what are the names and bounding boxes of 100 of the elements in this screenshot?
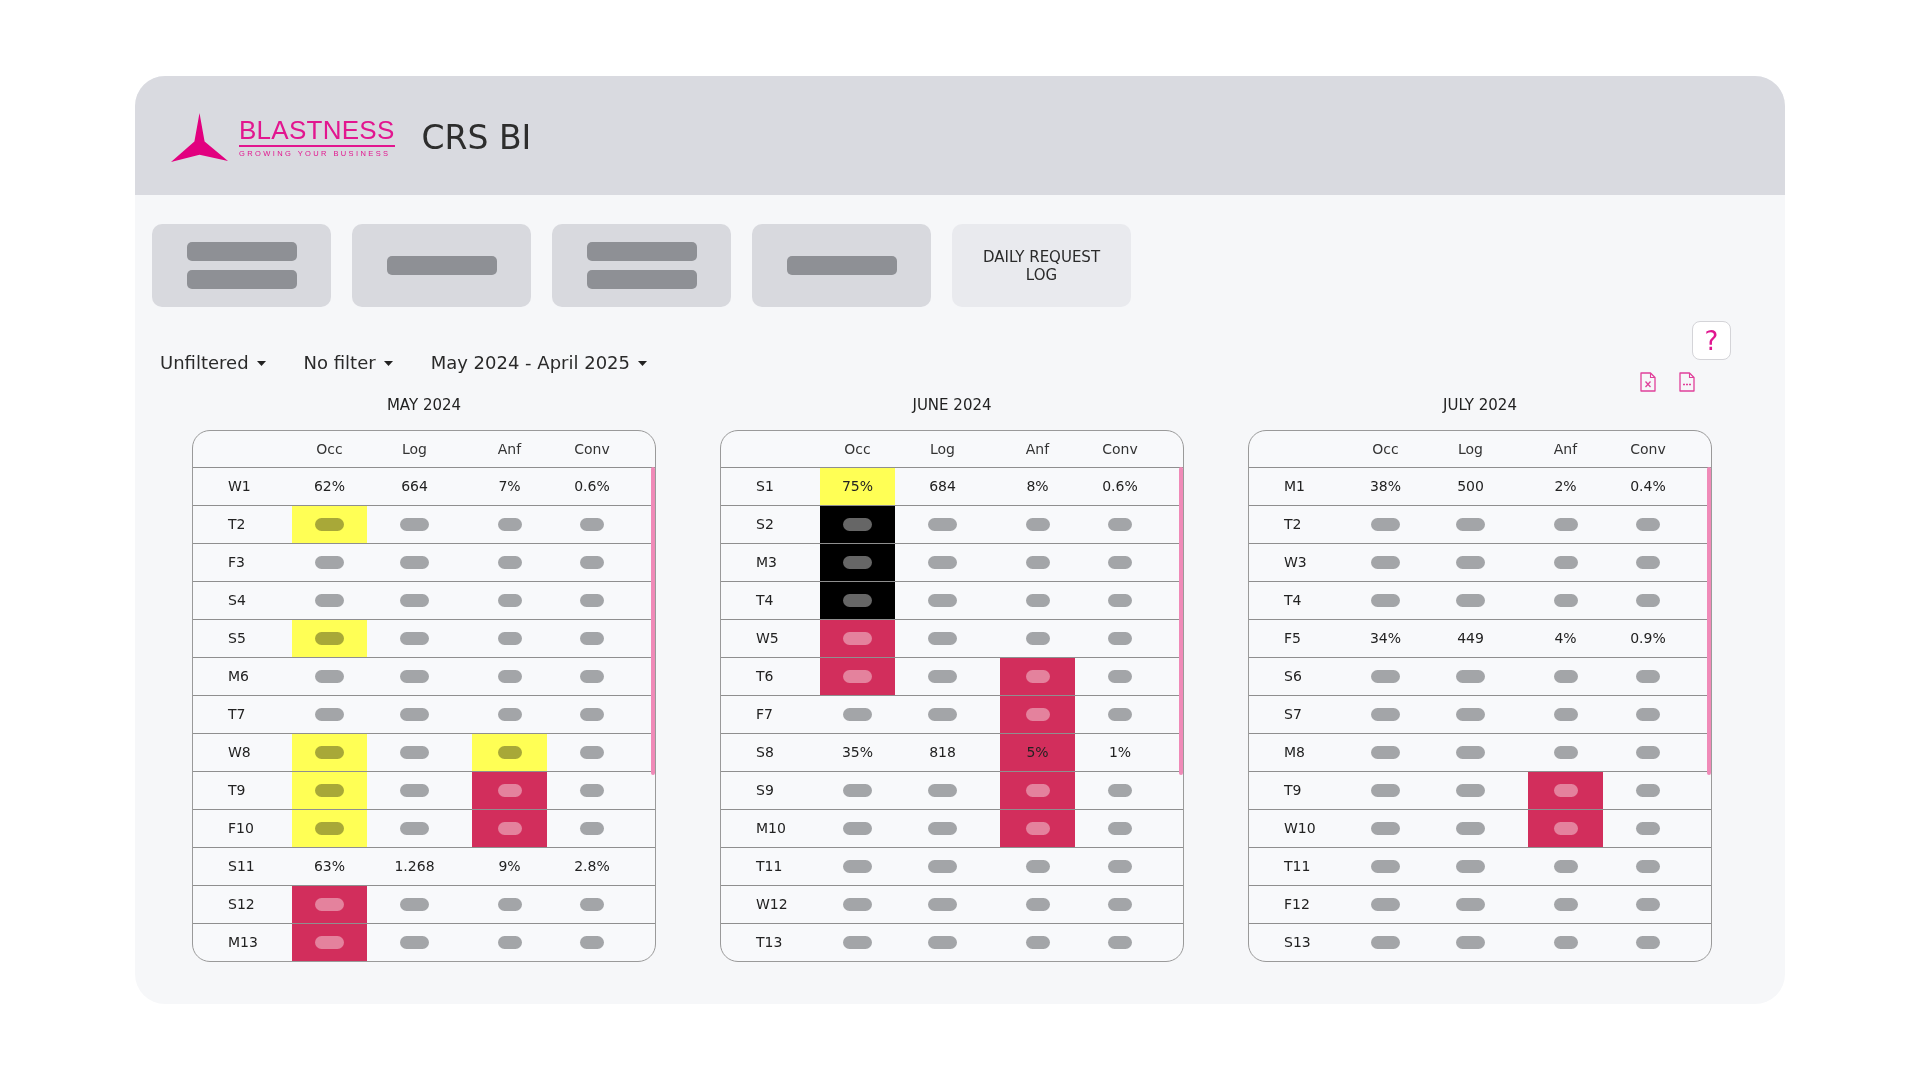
placeholder-bar-icon (1456, 670, 1485, 683)
placeholder-bar-icon (843, 822, 872, 835)
placeholder-bar-icon (315, 822, 344, 835)
placeholder-bar-icon (580, 746, 604, 759)
placeholder-bar-icon (928, 822, 957, 835)
placeholder-bar-icon (1456, 822, 1485, 835)
placeholder-bar-icon (400, 632, 429, 645)
placeholder-bar-icon (1636, 518, 1660, 531)
row-label: T2 (228, 515, 246, 534)
placeholder-bar-icon (586, 242, 697, 261)
row-label: S4 (228, 591, 246, 610)
placeholder-bar-icon (1636, 708, 1660, 721)
row-label: F7 (756, 705, 773, 724)
placeholder-bar-icon (400, 556, 429, 569)
placeholder-bar-icon (580, 784, 604, 797)
row-label: S5 (228, 629, 246, 648)
scrollbar-thumb[interactable] (1707, 467, 1711, 775)
table-cell-text: 2.8% (573, 857, 611, 876)
placeholder-bar-icon (1636, 670, 1660, 683)
placeholder-bar-icon (1108, 860, 1132, 873)
column-header: Occ (1372, 439, 1399, 459)
placeholder-bar-icon (1108, 556, 1132, 569)
placeholder-bar-icon (1456, 936, 1485, 949)
scrollbar-thumb[interactable] (651, 467, 655, 775)
table-cell-text: 0.4% (1629, 477, 1667, 496)
month-title: MAY 2024 (386, 395, 462, 415)
placeholder-bar-icon (1025, 594, 1050, 607)
row-label: T9 (228, 781, 246, 800)
row-label: S7 (1284, 705, 1302, 724)
logo-name: BLASTNESS (239, 116, 395, 147)
placeholder-bar-icon (1108, 594, 1132, 607)
placeholder-bar-icon (1108, 784, 1132, 797)
placeholder-bar-icon (315, 594, 344, 607)
table-cell-text: 449 (1456, 629, 1485, 648)
placeholder-bar-icon (1553, 708, 1578, 721)
nav-button[interactable]: DAILY REQUEST LOG (952, 224, 1131, 307)
filter-dropdown[interactable]: May 2024 - April 2025 (430, 351, 647, 375)
row-label: F3 (228, 553, 245, 572)
caret-icon (383, 360, 393, 366)
placeholder-bar-icon (843, 670, 872, 683)
row-label: S1 (756, 477, 774, 496)
row-label: T4 (1284, 591, 1302, 610)
table-cell-text: 818 (928, 743, 957, 762)
placeholder-bar-icon (580, 670, 604, 683)
document-icon[interactable] (1679, 372, 1695, 392)
placeholder-bar-icon (928, 632, 957, 645)
document-x-icon[interactable] (1640, 372, 1656, 392)
row-label: W12 (756, 895, 788, 914)
column-header: Anf (497, 439, 522, 459)
nav-button[interactable] (152, 224, 331, 307)
row-label: S2 (756, 515, 774, 534)
placeholder-bar-icon (580, 632, 604, 645)
table-cell-text: 0.6% (1101, 477, 1139, 496)
placeholder-bar-icon (1025, 784, 1050, 797)
placeholder-bar-icon (497, 746, 522, 759)
placeholder-bar-icon (315, 746, 344, 759)
nav-button[interactable] (752, 224, 931, 307)
placeholder-bar-icon (1108, 632, 1132, 645)
placeholder-bar-icon (1553, 898, 1578, 911)
help-button[interactable]: ? (1692, 321, 1731, 360)
scrollbar-thumb[interactable] (1179, 467, 1183, 775)
table-cell-text: 0.6% (573, 477, 611, 496)
placeholder-bar-icon (315, 518, 344, 531)
placeholder-bar-icon (1371, 670, 1400, 683)
placeholder-bar-icon (1025, 556, 1050, 569)
row-label: W8 (228, 743, 251, 762)
placeholder-bar-icon (1371, 518, 1400, 531)
nav-button[interactable] (352, 224, 531, 307)
placeholder-bar-icon (580, 822, 604, 835)
placeholder-bar-icon (1553, 784, 1578, 797)
placeholder-bar-icon (400, 708, 429, 721)
filter-dropdown[interactable]: No filter (303, 351, 393, 375)
row-label: F5 (1284, 629, 1301, 648)
placeholder-bar-icon (786, 256, 897, 275)
placeholder-bar-icon (497, 594, 522, 607)
placeholder-bar-icon (580, 708, 604, 721)
placeholder-bar-icon (186, 270, 297, 289)
highlighted-cell: 5% (1000, 734, 1075, 771)
placeholder-bar-icon (1025, 518, 1050, 531)
row-label: S9 (756, 781, 774, 800)
nav-button[interactable] (552, 224, 731, 307)
placeholder-bar-icon (1371, 746, 1400, 759)
placeholder-bar-icon (1456, 784, 1485, 797)
placeholder-bar-icon (497, 822, 522, 835)
placeholder-bar-icon (497, 784, 522, 797)
placeholder-bar-icon (1025, 822, 1050, 835)
placeholder-bar-icon (1025, 936, 1050, 949)
placeholder-bar-icon (1371, 708, 1400, 721)
placeholder-bar-icon (1636, 936, 1660, 949)
placeholder-bar-icon (928, 556, 957, 569)
row-label: S11 (228, 857, 255, 876)
placeholder-bar-icon (1553, 860, 1578, 873)
month-title: JULY 2024 (1443, 395, 1517, 415)
column-header: Conv (574, 439, 610, 459)
column-header: Occ (844, 439, 871, 459)
filter-dropdown[interactable]: Unfiltered (160, 351, 266, 375)
table-cell-text: 9% (497, 857, 522, 876)
placeholder-bar-icon (843, 594, 872, 607)
row-label: W1 (228, 477, 251, 496)
placeholder-bar-icon (586, 270, 697, 289)
